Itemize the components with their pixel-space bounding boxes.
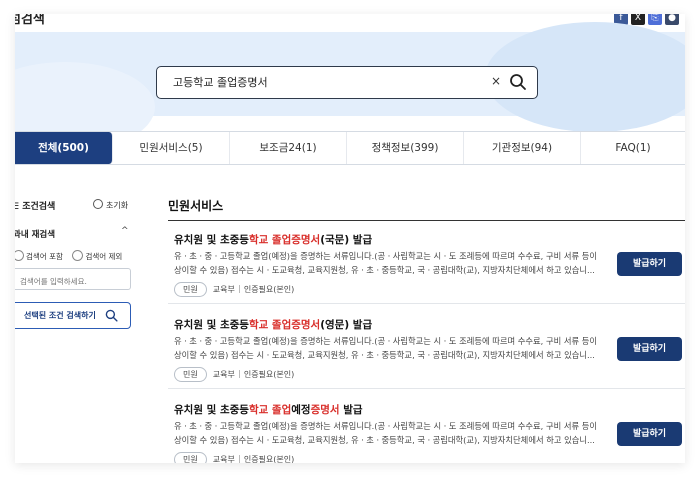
category-chip: 민원 <box>174 282 207 297</box>
item-description: 유ㆍ초ㆍ중ㆍ고등학교 졸업(예정)을 증명하는 서류입니다.(공ㆍ사립학교는 시… <box>174 251 598 275</box>
section-title: 민원서비스 <box>168 199 224 213</box>
reset-icon <box>93 199 103 209</box>
chevron-up-icon[interactable]: ^ <box>121 226 129 236</box>
search-hero: × <box>15 22 685 152</box>
item-meta: 민원 교육부 인증필요(본인) <box>174 282 294 297</box>
result-tabs: 전체(500) 민원서비스(5) 보조금24(1) 정책정보(399) 기관정보… <box>15 131 685 165</box>
search-icon <box>105 309 118 322</box>
keyword-field <box>15 268 132 290</box>
item-title[interactable]: 유치원 및 초중등학교 졸업증명서(국문) 발급 <box>174 232 372 247</box>
clear-icon[interactable]: × <box>491 74 501 88</box>
x-icon[interactable]: X <box>631 14 645 25</box>
tab-all[interactable]: 전체(500) <box>15 132 113 164</box>
reset-button[interactable]: 초기화 <box>93 199 128 211</box>
keyword-input[interactable] <box>18 276 132 287</box>
tab-policy[interactable]: 정책정보(399) <box>347 132 464 164</box>
print-icon[interactable]: ● <box>665 14 679 25</box>
apply-filter-button[interactable]: 선택된 조건 검색하기 <box>15 302 131 329</box>
tab-faq[interactable]: FAQ(1) <box>581 132 685 164</box>
issue-button[interactable]: 발급하기 <box>617 252 682 276</box>
keyword-mode-radios: 검색어 포함 검색어 제외 <box>15 250 122 262</box>
site-title: 섬검색 <box>15 14 45 27</box>
search-icon[interactable] <box>509 73 527 91</box>
radio-exclude[interactable]: 검색어 제외 <box>72 250 122 261</box>
issue-button[interactable]: 발급하기 <box>617 337 682 361</box>
condition-search-heading: ☰ 조건검색 <box>15 199 55 212</box>
radio-include[interactable]: 검색어 포함 <box>15 250 63 261</box>
browser-frame: 섬검색 f X ⎘ ● × 전체(500) 민원서비스(5) 보조금24(1) … <box>15 14 685 463</box>
category-chip: 민원 <box>174 367 207 382</box>
item-title[interactable]: 유치원 및 초중등학교 졸업증명서(영문) 발급 <box>174 317 372 332</box>
tab-civil-service[interactable]: 민원서비스(5) <box>113 132 230 164</box>
issue-button[interactable]: 발급하기 <box>617 422 682 446</box>
item-title[interactable]: 유치원 및 초중등학교 졸업예정증명서 발급 <box>174 402 363 417</box>
category-chip: 민원 <box>174 452 207 463</box>
tab-subsidy24[interactable]: 보조금24(1) <box>230 132 347 164</box>
tab-agency[interactable]: 기관정보(94) <box>464 132 581 164</box>
search-input[interactable] <box>171 74 475 89</box>
item-description: 유ㆍ초ㆍ중ㆍ고등학교 졸업(예정)을 증명하는 서류입니다.(공ㆍ사립학교는 시… <box>174 421 598 445</box>
link-icon[interactable]: ⎘ <box>648 14 662 25</box>
item-meta: 민원 교육부 인증필요(본인) <box>174 452 294 463</box>
search-box: × <box>156 66 538 99</box>
item-meta: 민원 교육부 인증필요(본인) <box>174 367 294 382</box>
within-search-heading: 과내 재검색 <box>15 230 56 240</box>
item-description: 유ㆍ초ㆍ중ㆍ고등학교 졸업(예정)을 증명하는 서류입니다.(공ㆍ사립학교는 시… <box>174 336 598 360</box>
